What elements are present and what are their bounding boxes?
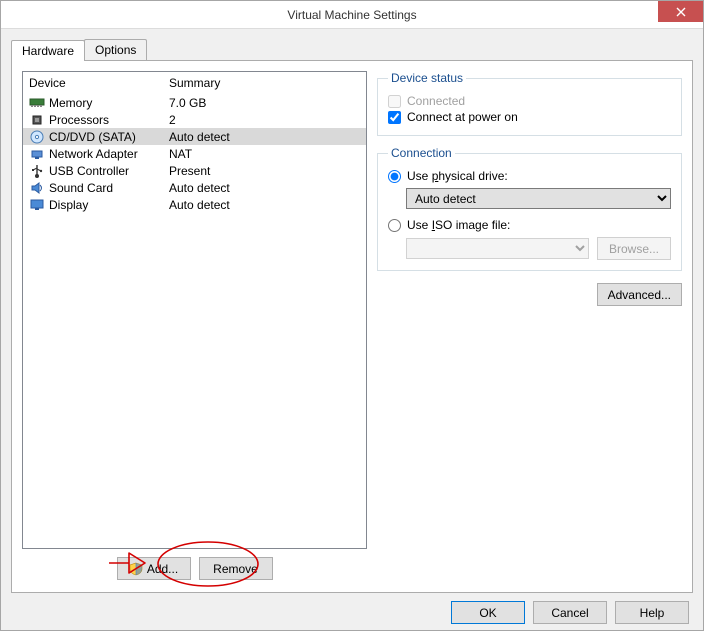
col-device: Device (29, 76, 169, 90)
cancel-button[interactable]: Cancel (533, 601, 607, 624)
client-area: Hardware Options Device Summary Memory 7.… (1, 29, 703, 630)
usb-icon (29, 164, 45, 178)
device-name: Sound Card (49, 181, 113, 195)
display-icon (29, 198, 45, 212)
dialog-footer: OK Cancel Help (11, 593, 693, 624)
label-connected: Connected (407, 94, 465, 108)
left-column: Device Summary Memory7.0 GBProcessors2CD… (22, 71, 367, 582)
radio-use-physical[interactable] (388, 170, 401, 183)
cancel-button-label: Cancel (551, 606, 588, 620)
tabpage-hardware: Device Summary Memory7.0 GBProcessors2CD… (11, 60, 693, 593)
remove-button-label: Remove (213, 562, 258, 576)
tabstrip: Hardware Options (11, 39, 693, 60)
combo-physical-drive[interactable]: Auto detect (406, 188, 671, 209)
label-connect-at-power-on: Connect at power on (407, 110, 518, 124)
row-use-iso[interactable]: Use ISO image file: (388, 217, 671, 233)
window-title: Virtual Machine Settings (287, 8, 416, 22)
add-button[interactable]: Add... (117, 557, 191, 580)
device-name: Memory (49, 96, 92, 110)
row-use-physical[interactable]: Use physical drive: (388, 168, 671, 184)
device-summary: NAT (169, 147, 360, 161)
radio-use-iso[interactable] (388, 219, 401, 232)
device-row[interactable]: Display Auto detect (23, 196, 366, 213)
processors-icon (29, 113, 45, 127)
network-icon (29, 147, 45, 161)
device-name: Network Adapter (49, 147, 138, 161)
group-connection-legend: Connection (388, 146, 455, 160)
checkbox-connected (388, 95, 401, 108)
row-connected: Connected (388, 93, 671, 109)
row-connect-at-power-on[interactable]: Connect at power on (388, 109, 671, 125)
tab-options[interactable]: Options (84, 39, 147, 60)
help-button[interactable]: Help (615, 601, 689, 624)
label-use-iso: Use ISO image file: (407, 218, 510, 232)
ok-button[interactable]: OK (451, 601, 525, 624)
device-row[interactable]: Network Adapter NAT (23, 145, 366, 162)
device-list-buttons: Add... Remove (22, 549, 367, 582)
device-summary: Present (169, 164, 360, 178)
remove-button[interactable]: Remove (199, 557, 273, 580)
group-connection: Connection Use physical drive: Auto dete… (377, 146, 682, 271)
device-name: Display (49, 198, 88, 212)
combo-iso-path (406, 238, 589, 259)
device-list[interactable]: Device Summary Memory7.0 GBProcessors2CD… (22, 71, 367, 549)
device-summary: 2 (169, 113, 360, 127)
device-summary: 7.0 GB (169, 96, 360, 110)
device-name: USB Controller (49, 164, 129, 178)
help-button-label: Help (640, 606, 665, 620)
col-summary: Summary (169, 76, 360, 90)
right-column: Device status Connected Connect at power… (377, 71, 682, 582)
tab-hardware-label: Hardware (22, 44, 74, 58)
device-row[interactable]: Processors 2 (23, 111, 366, 128)
memory-icon (29, 96, 45, 110)
device-row[interactable]: CD/DVD (SATA) Auto detect (23, 128, 366, 145)
shield-icon (129, 562, 143, 576)
close-button[interactable] (658, 1, 703, 22)
sound-icon (29, 181, 45, 195)
device-name: CD/DVD (SATA) (49, 130, 136, 144)
checkbox-connect-at-power-on[interactable] (388, 111, 401, 124)
device-summary: Auto detect (169, 181, 360, 195)
settings-window: Virtual Machine Settings Hardware Option… (0, 0, 704, 631)
titlebar: Virtual Machine Settings (1, 1, 703, 29)
label-use-physical: Use physical drive: (407, 169, 508, 183)
add-button-label: Add... (147, 562, 178, 576)
device-row[interactable]: USB Controller Present (23, 162, 366, 179)
device-summary: Auto detect (169, 130, 360, 144)
device-summary: Auto detect (169, 198, 360, 212)
device-list-header: Device Summary (23, 72, 366, 94)
device-row[interactable]: Memory 7.0 GB (23, 94, 366, 111)
ok-button-label: OK (479, 606, 496, 620)
tab-hardware[interactable]: Hardware (11, 40, 85, 61)
tab-options-label: Options (95, 43, 136, 57)
device-row[interactable]: Sound Card Auto detect (23, 179, 366, 196)
browse-button-label: Browse... (609, 242, 659, 256)
close-icon (676, 7, 686, 17)
advanced-button-label: Advanced... (608, 288, 671, 302)
advanced-button[interactable]: Advanced... (597, 283, 682, 306)
group-device-status: Device status Connected Connect at power… (377, 71, 682, 136)
device-name: Processors (49, 113, 109, 127)
browse-button: Browse... (597, 237, 671, 260)
disc-icon (29, 130, 45, 144)
group-device-status-legend: Device status (388, 71, 466, 85)
